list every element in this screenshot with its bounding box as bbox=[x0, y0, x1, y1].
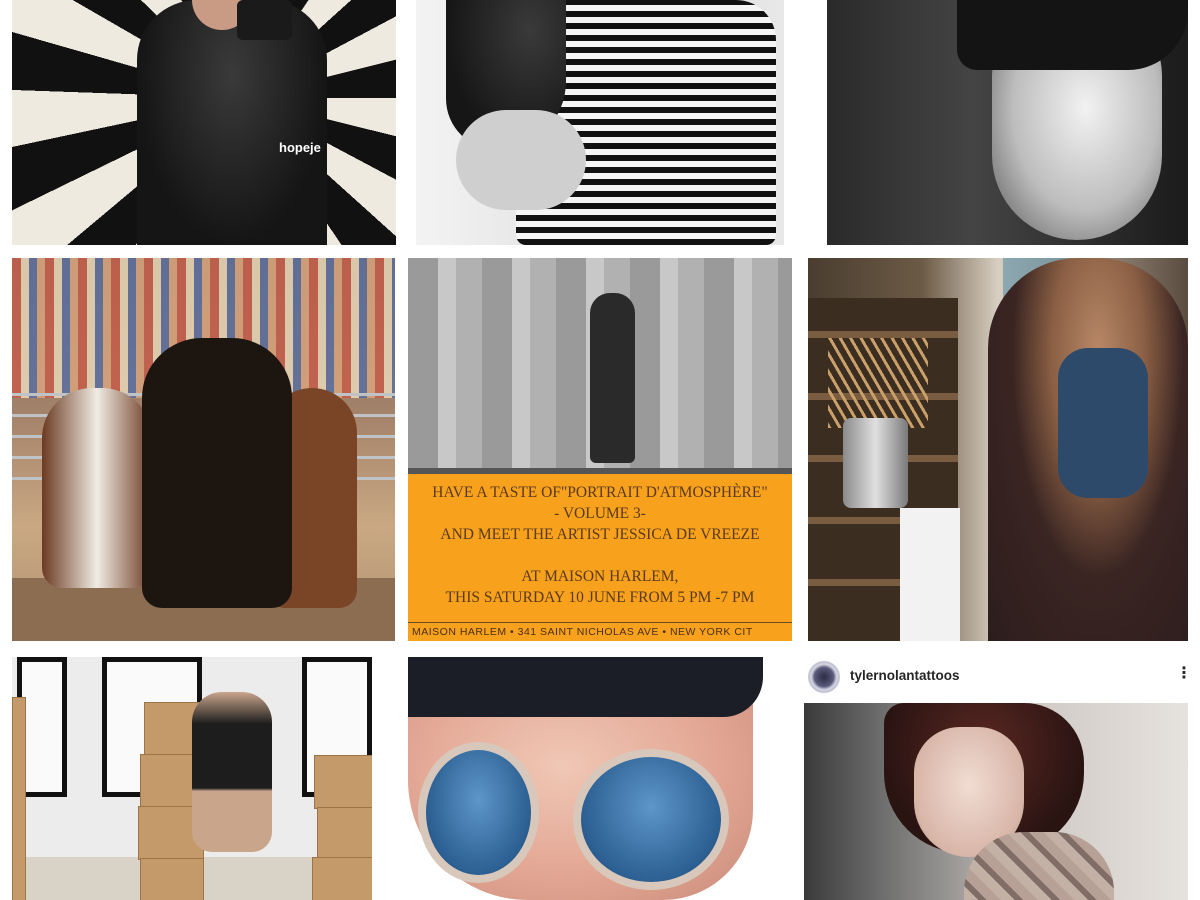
photo-box bbox=[140, 858, 204, 900]
photo-lens-right bbox=[573, 749, 729, 890]
photo-lens-left bbox=[418, 742, 539, 883]
photo-username-tag[interactable]: hopeje bbox=[279, 140, 321, 155]
photo-box bbox=[314, 755, 372, 809]
grid-photo-painter[interactable] bbox=[808, 258, 1188, 641]
grid-photo-studded-jacket[interactable]: hopeje bbox=[12, 0, 396, 245]
photo-arm bbox=[456, 110, 586, 210]
grid-photo-bw-portrait[interactable] bbox=[827, 0, 1188, 245]
grid-photo-event-poster[interactable]: HAVE A TASTE OF"PORTRAIT D'ATMOSPHÈRE" -… bbox=[408, 258, 792, 641]
photo-horse-black bbox=[142, 338, 292, 608]
poster-text-block: HAVE A TASTE OF"PORTRAIT D'ATMOSPHÈRE" -… bbox=[408, 474, 792, 622]
camera-icon bbox=[237, 0, 292, 40]
photo-horse-paint bbox=[42, 388, 152, 588]
grid-photo-dancer-boxes[interactable] bbox=[12, 657, 372, 900]
photo-subject bbox=[137, 0, 327, 245]
grid-post-tattoo[interactable]: tylernolantattoos ⋮ bbox=[804, 657, 1188, 900]
more-options-icon[interactable]: ⋮ bbox=[1176, 663, 1188, 683]
photo-sign bbox=[900, 508, 960, 641]
grid-photo-striped-shirt[interactable] bbox=[416, 0, 784, 245]
poster-footer-address: MAISON HARLEM • 341 SAINT NICHOLAS AVE •… bbox=[408, 622, 792, 641]
post-username[interactable]: tylernolantattoos bbox=[850, 668, 960, 683]
poster-line-title: HAVE A TASTE OF"PORTRAIT D'ATMOSPHÈRE" bbox=[432, 484, 768, 501]
photo-brush-can bbox=[843, 418, 908, 508]
photo-grid: hopeje HAVE A TASTE OF"PORTRAIT D'ATMOSP… bbox=[0, 0, 1200, 900]
poster-line-venue: AT MAISON HARLEM, bbox=[521, 568, 679, 585]
avatar[interactable] bbox=[808, 661, 840, 693]
photo-box bbox=[12, 697, 26, 900]
photo-brushes bbox=[828, 338, 928, 428]
photo-hair bbox=[957, 0, 1188, 70]
photo-cap bbox=[408, 657, 763, 717]
grid-photo-rodeo[interactable] bbox=[12, 258, 395, 641]
photo-scarf bbox=[1058, 348, 1148, 498]
post-header: tylernolantattoos ⋮ bbox=[804, 657, 1188, 703]
photo-dancer bbox=[192, 692, 272, 852]
poster-spacer bbox=[408, 545, 792, 566]
poster-line-artist: AND MEET THE ARTIST JESSICA DE VREEZE bbox=[440, 526, 760, 543]
photo-box bbox=[317, 807, 372, 859]
photo-box bbox=[312, 857, 372, 900]
poster-line-date: THIS SATURDAY 10 JUNE FROM 5 PM -7 PM bbox=[445, 589, 755, 606]
poster-line-volume: - VOLUME 3- bbox=[554, 505, 646, 522]
poster-photo-figure bbox=[590, 293, 635, 463]
grid-photo-sunglasses-reflection[interactable] bbox=[408, 657, 792, 900]
